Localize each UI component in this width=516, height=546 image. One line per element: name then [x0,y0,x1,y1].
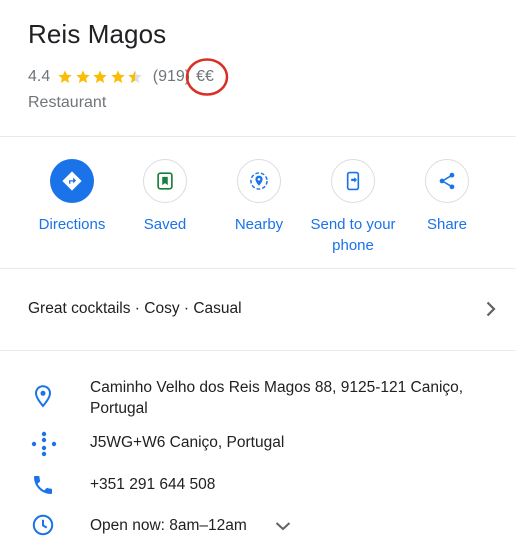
rating-value: 4.4 [28,68,51,85]
star-rating[interactable] [57,69,145,85]
highlights-row[interactable]: Great cocktails · Cosy · Casual [0,268,516,350]
send-to-phone-label-line1: Send to your [310,216,396,233]
phone-icon [34,476,52,494]
address-line-2: Portugal [90,400,148,417]
address-line-1: Caminho Velho dos Reis Magos 88, 9125-12… [90,379,464,396]
clock-icon [32,514,54,536]
plus-code-icon [31,431,57,457]
chevron-right-icon[interactable] [484,300,498,318]
chevron-down-icon[interactable] [274,520,292,532]
share-label: Share [426,216,468,233]
divider [0,350,516,351]
price-level: €€ [185,58,229,96]
send-to-phone-label-line2: phone [332,237,374,254]
directions-icon [62,171,82,191]
star-icon [111,70,125,83]
send-to-phone-circle [331,159,375,203]
star-half-icon [128,70,142,83]
place-category[interactable]: Restaurant [28,94,106,112]
star-icon [58,70,72,83]
place-title: Reis Magos [28,19,167,49]
annotation-circle [185,58,229,96]
location-pin-icon [34,385,52,408]
star-icon [76,70,90,83]
share-circle [425,159,469,203]
place-header: Reis Magos 4.4 (919) €€ Restaurant [0,0,516,136]
bookmark-icon [157,172,173,190]
highlights-text: Great cocktails · Cosy · Casual [28,300,242,317]
rating-row: 4.4 (919) €€ [28,58,229,96]
nearby-icon [250,172,268,190]
phone-number[interactable]: +351 291 644 508 [90,474,215,495]
address-text[interactable]: Caminho Velho dos Reis Magos 88, 9125-12… [90,377,463,419]
send-to-phone-icon [346,171,360,191]
saved-circle [143,159,187,203]
share-icon [439,172,455,190]
hours-text[interactable]: Open now: 8am–12am [90,515,247,536]
star-icon [93,70,107,83]
action-buttons: Directions Saved Nearby Send to your pho… [0,137,516,267]
nearby-circle [237,159,281,203]
directions-circle [50,159,94,203]
plus-code-text[interactable]: J5WG+W6 Caniço, Portugal [90,432,284,453]
